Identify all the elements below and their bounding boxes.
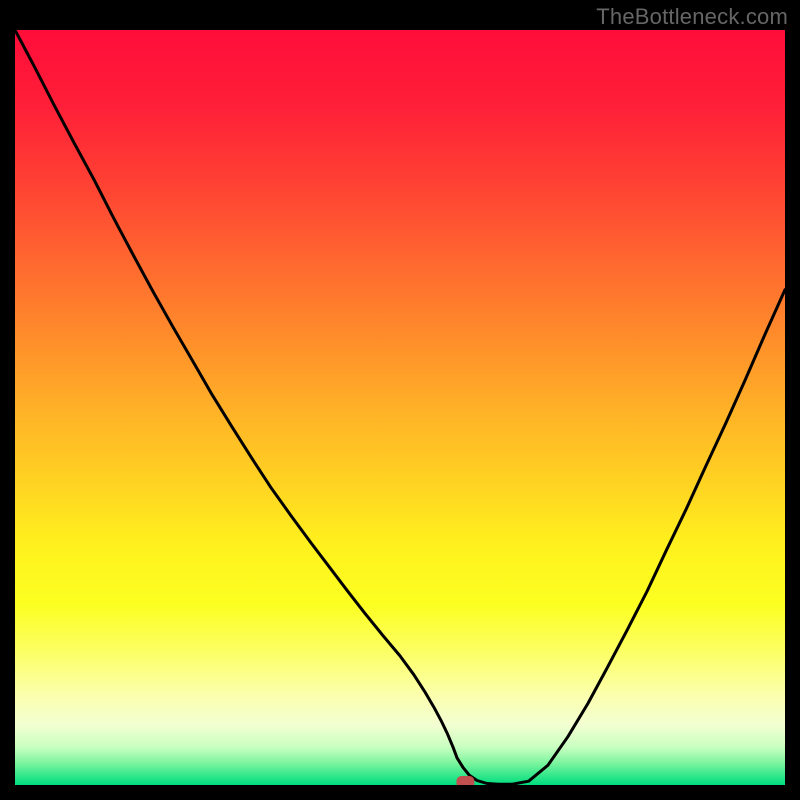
- chart-frame: TheBottleneck.com: [0, 0, 800, 800]
- bottleneck-chart: [15, 30, 785, 785]
- plot-area: [15, 30, 785, 785]
- watermark-text: TheBottleneck.com: [596, 4, 788, 30]
- gradient-background: [15, 30, 785, 785]
- optimum-marker: [456, 776, 474, 785]
